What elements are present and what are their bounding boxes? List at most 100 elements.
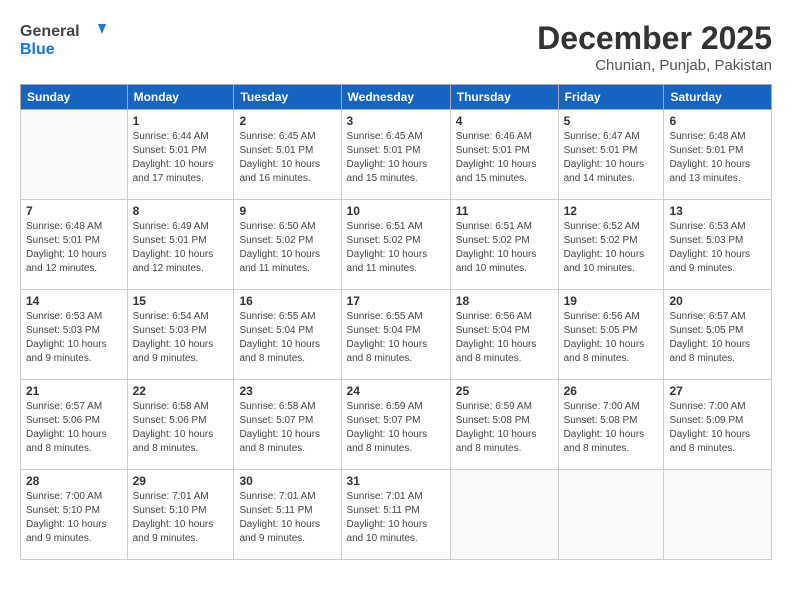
calendar-cell: [558, 470, 664, 560]
calendar-week-0: 1 Sunrise: 6:44 AMSunset: 5:01 PMDaylight…: [21, 110, 772, 200]
day-info: Sunrise: 6:44 AMSunset: 5:01 PMDaylight:…: [133, 130, 229, 186]
day-info: Sunrise: 7:01 AMSunset: 5:11 PMDaylight:…: [347, 490, 445, 546]
calendar-cell: 22 Sunrise: 6:58 AMSunset: 5:06 PMDayligh…: [127, 380, 234, 470]
col-friday: Friday: [558, 85, 664, 110]
calendar-cell: 18Sunrise: 6:56 AMSunset: 5:04 PMDayligh…: [450, 290, 558, 380]
calendar-cell: 1 Sunrise: 6:44 AMSunset: 5:01 PMDaylight…: [127, 110, 234, 200]
calendar-cell: 9 Sunrise: 6:50 AMSunset: 5:02 PMDaylight…: [234, 200, 341, 290]
day-info: Sunrise: 6:56 AMSunset: 5:05 PMDaylight:…: [564, 310, 659, 366]
header: General Blue December 2025 Chunian, Punj…: [20, 20, 772, 74]
day-number: 1: [133, 114, 229, 128]
day-info: Sunrise: 6:45 AMSunset: 5:01 PMDaylight:…: [347, 130, 445, 186]
page: General Blue December 2025 Chunian, Punj…: [0, 0, 792, 612]
calendar-cell: 26 Sunrise: 7:00 AMSunset: 5:08 PMDayligh…: [558, 380, 664, 470]
day-number: 13: [669, 204, 766, 218]
day-number: 25: [456, 384, 553, 398]
day-info: Sunrise: 6:45 AMSunset: 5:01 PMDaylight:…: [239, 130, 335, 186]
day-number: 29: [133, 474, 229, 488]
day-info: Sunrise: 6:52 AMSunset: 5:02 PMDaylight:…: [564, 220, 659, 276]
day-info: Sunrise: 6:58 AMSunset: 5:06 PMDaylight:…: [133, 400, 229, 456]
calendar-cell: [450, 470, 558, 560]
day-number: 21: [26, 384, 122, 398]
day-info: Sunrise: 6:47 AMSunset: 5:01 PMDaylight:…: [564, 130, 659, 186]
col-sunday: Sunday: [21, 85, 128, 110]
day-number: 9: [239, 204, 335, 218]
calendar-week-4: 28Sunrise: 7:00 AMSunset: 5:10 PMDayligh…: [21, 470, 772, 560]
day-info: Sunrise: 6:53 AMSunset: 5:03 PMDaylight:…: [26, 310, 122, 366]
logo-svg: General Blue: [20, 20, 110, 58]
day-info: Sunrise: 7:00 AMSunset: 5:08 PMDaylight:…: [564, 400, 659, 456]
day-number: 27: [669, 384, 766, 398]
day-number: 26: [564, 384, 659, 398]
day-number: 11: [456, 204, 553, 218]
day-info: Sunrise: 6:49 AMSunset: 5:01 PMDaylight:…: [133, 220, 229, 276]
calendar-cell: 29 Sunrise: 7:01 AMSunset: 5:10 PMDayligh…: [127, 470, 234, 560]
day-info: Sunrise: 6:48 AMSunset: 5:01 PMDaylight:…: [669, 130, 766, 186]
day-number: 15: [133, 294, 229, 308]
day-info: Sunrise: 6:55 AMSunset: 5:04 PMDaylight:…: [347, 310, 445, 366]
calendar-cell: 16Sunrise: 6:55 AMSunset: 5:04 PMDayligh…: [234, 290, 341, 380]
day-number: 5: [564, 114, 659, 128]
calendar-header-row: Sunday Monday Tuesday Wednesday Thursday…: [21, 85, 772, 110]
day-info: Sunrise: 6:50 AMSunset: 5:02 PMDaylight:…: [239, 220, 335, 276]
calendar-cell: 5 Sunrise: 6:47 AMSunset: 5:01 PMDaylight…: [558, 110, 664, 200]
day-number: 12: [564, 204, 659, 218]
day-number: 2: [239, 114, 335, 128]
day-number: 23: [239, 384, 335, 398]
calendar-cell: [21, 110, 128, 200]
day-info: Sunrise: 6:53 AMSunset: 5:03 PMDaylight:…: [669, 220, 766, 276]
day-info: Sunrise: 7:01 AMSunset: 5:10 PMDaylight:…: [133, 490, 229, 546]
calendar-cell: [664, 470, 772, 560]
calendar-cell: 24Sunrise: 6:59 AMSunset: 5:07 PMDayligh…: [341, 380, 450, 470]
col-saturday: Saturday: [664, 85, 772, 110]
calendar-cell: 4 Sunrise: 6:46 AMSunset: 5:01 PMDaylight…: [450, 110, 558, 200]
day-info: Sunrise: 6:59 AMSunset: 5:08 PMDaylight:…: [456, 400, 553, 456]
calendar-cell: 23Sunrise: 6:58 AMSunset: 5:07 PMDayligh…: [234, 380, 341, 470]
calendar-week-1: 7Sunrise: 6:48 AMSunset: 5:01 PMDaylight…: [21, 200, 772, 290]
day-info: Sunrise: 7:00 AMSunset: 5:10 PMDaylight:…: [26, 490, 122, 546]
col-thursday: Thursday: [450, 85, 558, 110]
logo: General Blue: [20, 20, 110, 58]
location: Chunian, Punjab, Pakistan: [537, 57, 772, 74]
calendar-cell: 11 Sunrise: 6:51 AMSunset: 5:02 PMDayligh…: [450, 200, 558, 290]
day-info: Sunrise: 6:48 AMSunset: 5:01 PMDaylight:…: [26, 220, 122, 276]
day-number: 6: [669, 114, 766, 128]
month-title: December 2025: [537, 20, 772, 57]
calendar-cell: 7Sunrise: 6:48 AMSunset: 5:01 PMDaylight…: [21, 200, 128, 290]
svg-text:General: General: [20, 23, 80, 40]
day-number: 14: [26, 294, 122, 308]
day-info: Sunrise: 6:46 AMSunset: 5:01 PMDaylight:…: [456, 130, 553, 186]
day-number: 10: [347, 204, 445, 218]
calendar-cell: 15 Sunrise: 6:54 AMSunset: 5:03 PMDayligh…: [127, 290, 234, 380]
calendar-cell: 8Sunrise: 6:49 AMSunset: 5:01 PMDaylight…: [127, 200, 234, 290]
calendar-cell: 10Sunrise: 6:51 AMSunset: 5:02 PMDayligh…: [341, 200, 450, 290]
day-number: 19: [564, 294, 659, 308]
calendar-cell: 28Sunrise: 7:00 AMSunset: 5:10 PMDayligh…: [21, 470, 128, 560]
calendar-cell: 25 Sunrise: 6:59 AMSunset: 5:08 PMDayligh…: [450, 380, 558, 470]
calendar-cell: 19 Sunrise: 6:56 AMSunset: 5:05 PMDayligh…: [558, 290, 664, 380]
col-wednesday: Wednesday: [341, 85, 450, 110]
day-number: 24: [347, 384, 445, 398]
day-info: Sunrise: 6:51 AMSunset: 5:02 PMDaylight:…: [456, 220, 553, 276]
day-number: 17: [347, 294, 445, 308]
calendar-table: Sunday Monday Tuesday Wednesday Thursday…: [20, 84, 772, 560]
day-number: 20: [669, 294, 766, 308]
calendar-week-3: 21 Sunrise: 6:57 AMSunset: 5:06 PMDayligh…: [21, 380, 772, 470]
day-info: Sunrise: 7:01 AMSunset: 5:11 PMDaylight:…: [239, 490, 335, 546]
col-tuesday: Tuesday: [234, 85, 341, 110]
day-info: Sunrise: 6:57 AMSunset: 5:06 PMDaylight:…: [26, 400, 122, 456]
day-number: 18: [456, 294, 553, 308]
day-info: Sunrise: 6:54 AMSunset: 5:03 PMDaylight:…: [133, 310, 229, 366]
day-number: 22: [133, 384, 229, 398]
day-number: 30: [239, 474, 335, 488]
svg-text:Blue: Blue: [20, 41, 55, 58]
calendar-cell: 3Sunrise: 6:45 AMSunset: 5:01 PMDaylight…: [341, 110, 450, 200]
calendar-cell: 2 Sunrise: 6:45 AMSunset: 5:01 PMDaylight…: [234, 110, 341, 200]
day-number: 31: [347, 474, 445, 488]
title-block: December 2025 Chunian, Punjab, Pakistan: [537, 20, 772, 74]
calendar-cell: 27Sunrise: 7:00 AMSunset: 5:09 PMDayligh…: [664, 380, 772, 470]
calendar-cell: 6 Sunrise: 6:48 AMSunset: 5:01 PMDaylight…: [664, 110, 772, 200]
day-number: 4: [456, 114, 553, 128]
calendar-cell: 20Sunrise: 6:57 AMSunset: 5:05 PMDayligh…: [664, 290, 772, 380]
calendar-cell: 31 Sunrise: 7:01 AMSunset: 5:11 PMDayligh…: [341, 470, 450, 560]
